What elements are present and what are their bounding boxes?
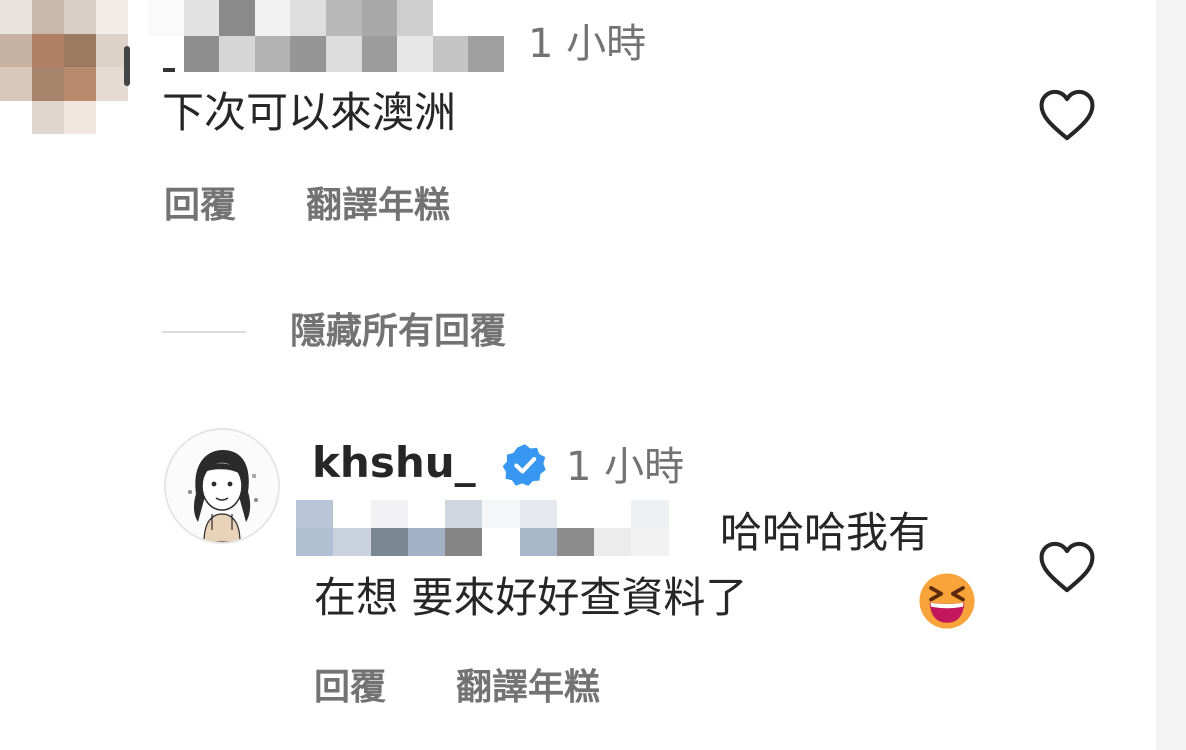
verified-badge-icon xyxy=(502,444,546,486)
reply-author-username[interactable]: khshu_ xyxy=(312,439,476,486)
comment-timestamp: 1 小時 xyxy=(528,21,647,67)
mentioned-username-blurred[interactable] xyxy=(296,500,706,556)
reply-text-line2: 在想 要來好好查資料了 xyxy=(314,573,748,622)
commenter-username-blurred[interactable] xyxy=(148,0,504,72)
username-blur-fragment xyxy=(163,68,175,72)
reply-button[interactable]: 回覆 xyxy=(164,188,236,224)
replies-divider-line xyxy=(162,331,246,333)
like-heart-icon[interactable] xyxy=(1036,538,1098,594)
scrollbar-track[interactable] xyxy=(1156,0,1186,750)
reply-button[interactable]: 回覆 xyxy=(314,670,386,706)
reply-timestamp: 1 小時 xyxy=(566,444,685,490)
reply-author-avatar[interactable] xyxy=(164,428,280,544)
comment-text: 下次可以來澳洲 xyxy=(162,88,457,137)
commenter-avatar-blurred[interactable] xyxy=(0,0,128,134)
translate-button[interactable]: 翻譯年糕 xyxy=(306,188,450,224)
avatar-ring-edge xyxy=(124,46,130,86)
grinning-squinting-face-icon xyxy=(919,573,975,629)
girl-illustration-avatar-icon xyxy=(166,430,278,542)
like-heart-icon[interactable] xyxy=(1036,86,1098,142)
hide-all-replies-button[interactable]: 隱藏所有回覆 xyxy=(290,314,506,350)
translate-button[interactable]: 翻譯年糕 xyxy=(456,670,600,706)
reply-text-line1: 哈哈哈我有 xyxy=(720,508,931,557)
